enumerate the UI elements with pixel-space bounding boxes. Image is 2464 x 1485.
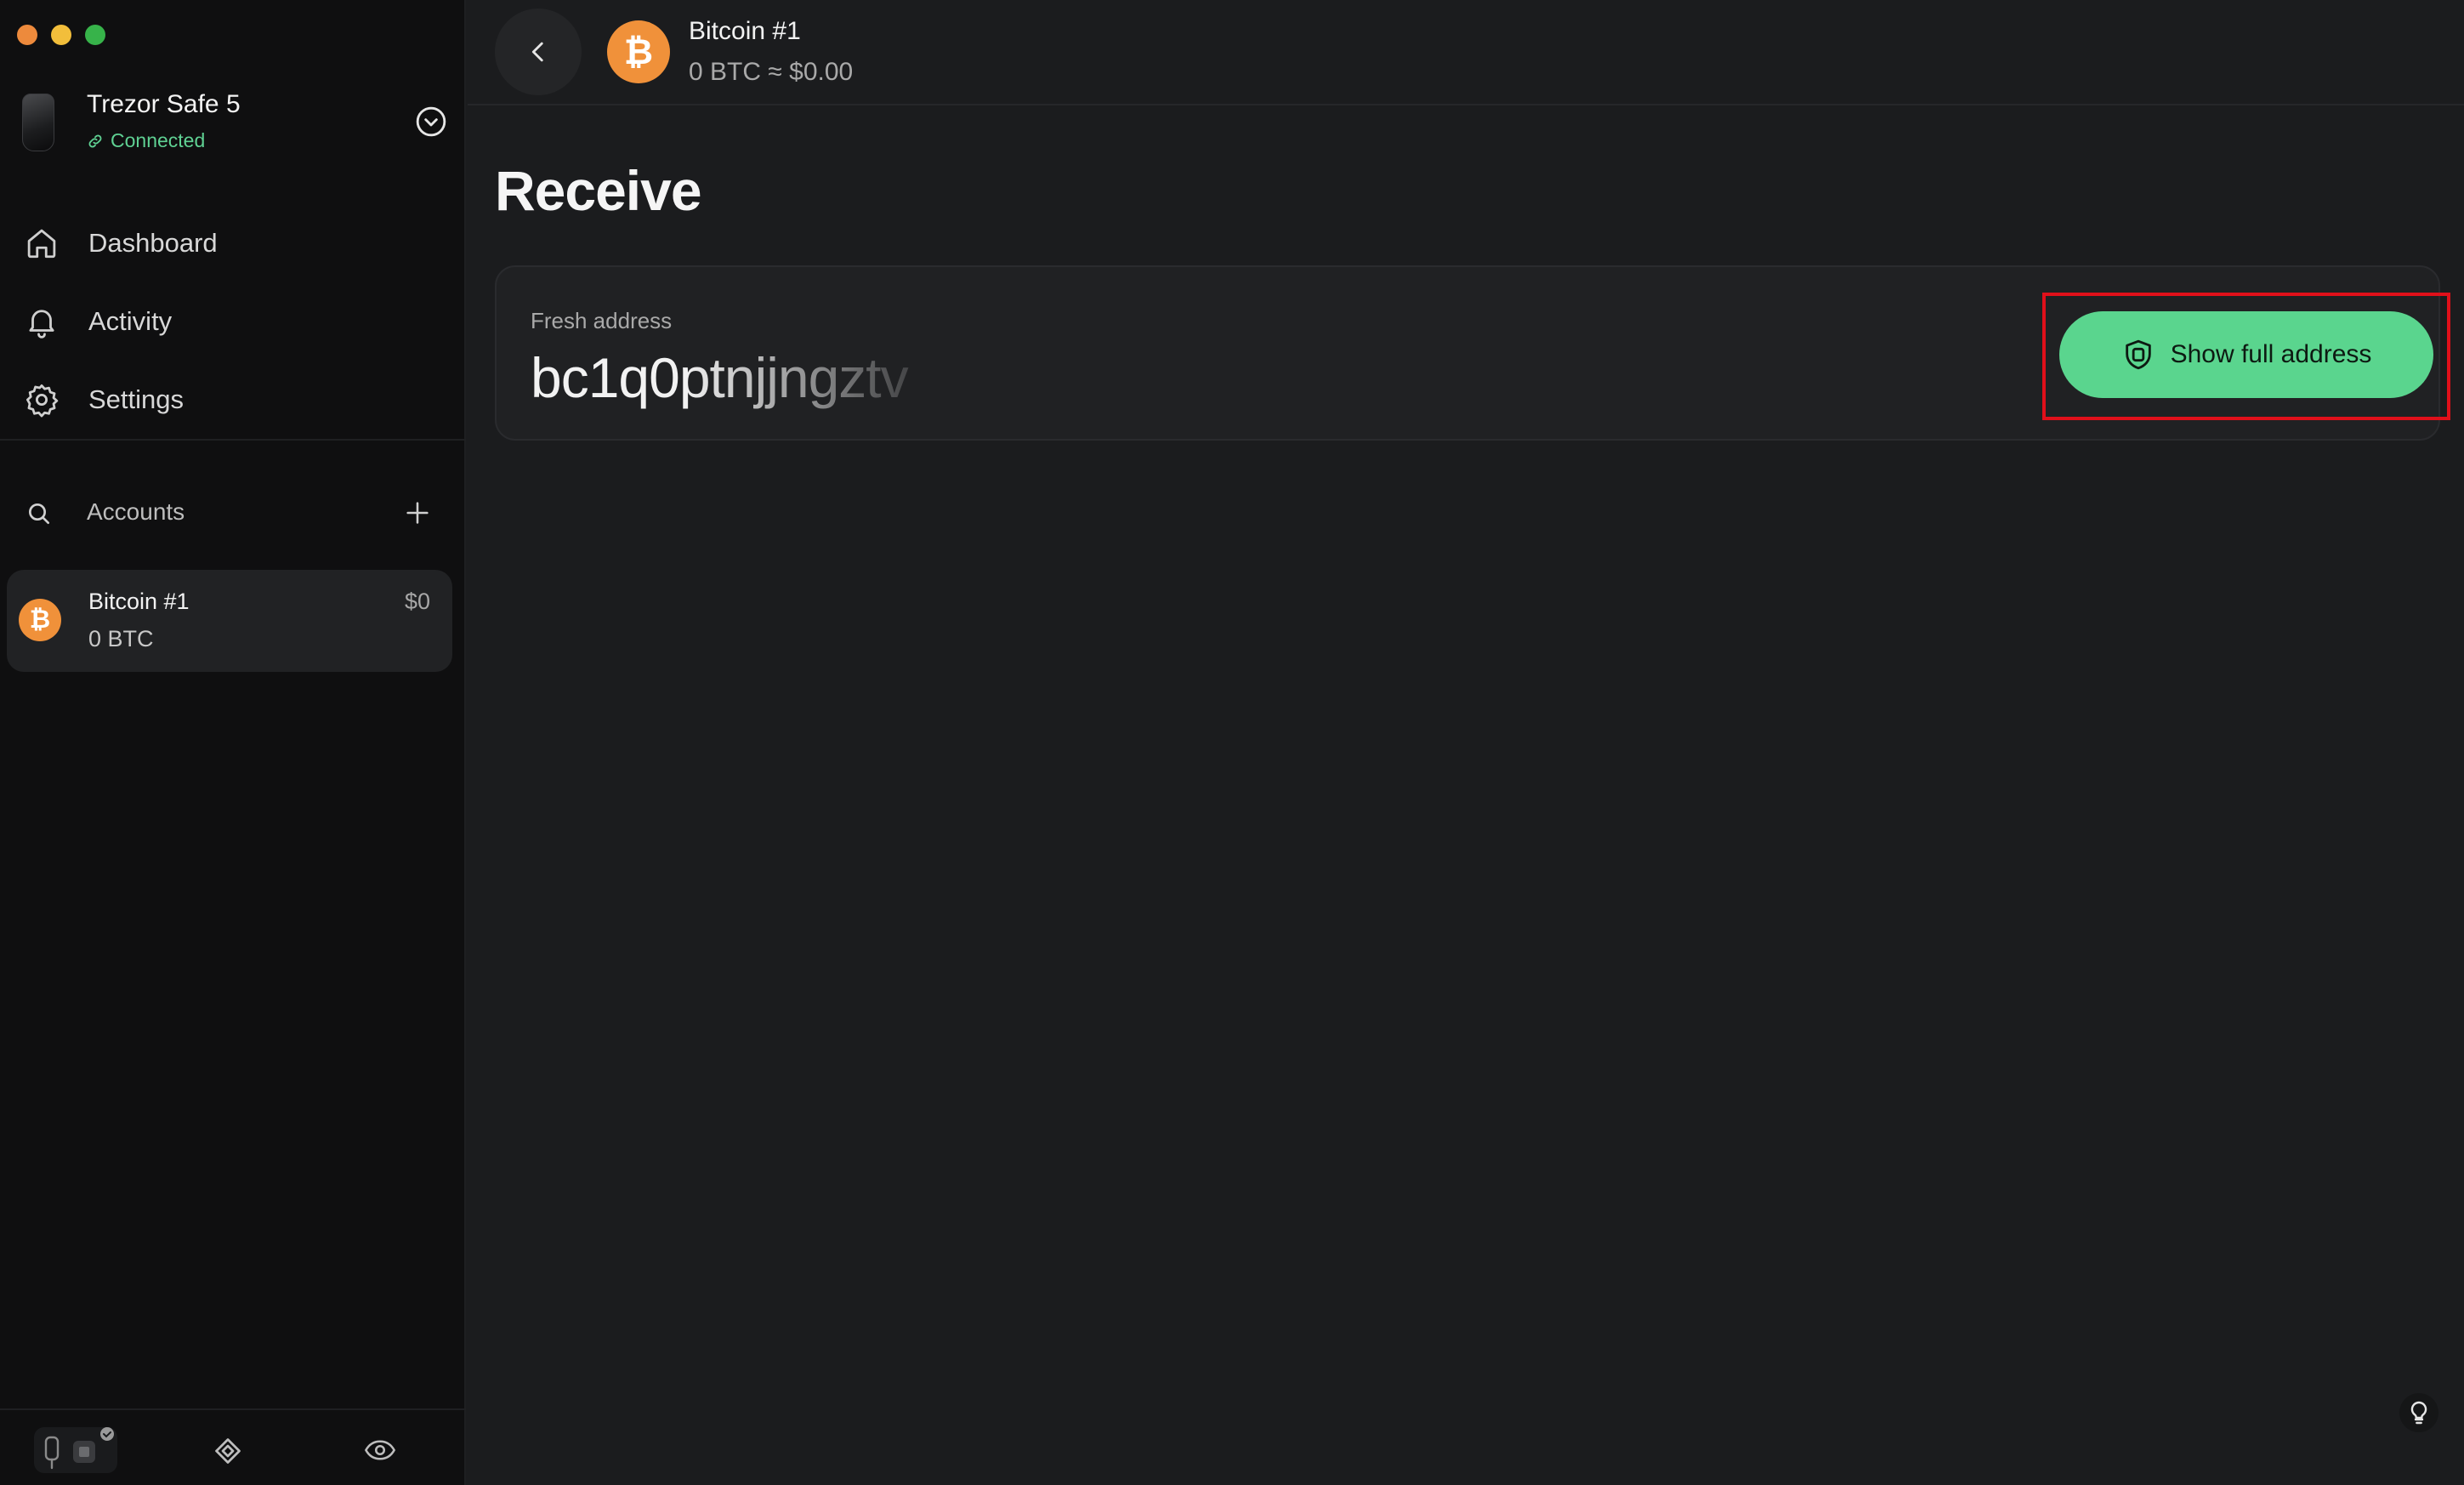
show-full-address-label: Show full address [2170,340,2372,368]
account-balance: 0 BTC [88,626,154,651]
chevron-down-circle-icon[interactable] [415,105,447,138]
back-button[interactable] [495,9,582,95]
nav-item-label: Settings [88,384,185,414]
bitcoin-icon: ₿ [607,20,670,83]
sidebar-divider [0,439,466,441]
lightbulb-icon [2410,1401,2427,1425]
sidebar-footer [0,1408,466,1485]
maximize-window-button[interactable] [85,25,105,45]
search-icon[interactable] [26,500,53,527]
nav-item-label: Activity [88,306,173,336]
nav-item-label: Dashboard [88,228,218,258]
window-controls [17,25,105,45]
account-item-bitcoin-1[interactable]: ₿ Bitcoin #1 0 BTC $0 [7,570,452,672]
device-status-button[interactable] [34,1427,117,1473]
main-content: ₿ Bitcoin #1 0 BTC ≈ $0.00 Receive Fresh… [468,0,2464,1485]
gear-icon [26,384,59,418]
tips-button[interactable] [2399,1393,2438,1432]
link-icon [88,134,102,147]
account-fiat-balance: $0 [404,589,430,614]
main-nav: Dashboard Activity Settings [0,204,466,439]
account-name: Bitcoin #1 [88,589,190,614]
sidebar: Trezor Safe 5 Connected Dashboard Activi… [0,0,466,1485]
device-status: Connected [87,129,205,152]
accounts-header: Accounts [0,486,466,539]
account-title: Bitcoin #1 [689,17,801,45]
chevron-left-icon [531,42,543,62]
device-selector[interactable]: Trezor Safe 5 Connected [19,88,447,156]
add-account-icon[interactable] [403,498,432,527]
fresh-address-value: bc1q0ptnjjngztv [531,346,909,409]
accounts-title: Accounts [87,498,185,525]
account-header: ₿ Bitcoin #1 0 BTC ≈ $0.00 [468,0,2464,105]
device-name: Trezor Safe 5 [87,90,241,118]
fresh-address-card: Fresh address bc1q0ptnjjngztv Show full … [495,265,2450,441]
device-image [22,94,54,151]
account-balance-summary: 0 BTC ≈ $0.00 [689,58,854,86]
device-status-label: Connected [111,129,206,151]
fresh-address-label: Fresh address [531,308,673,333]
bitcoin-icon: ₿ [19,599,61,641]
nav-item-settings[interactable]: Settings [0,361,466,439]
minimize-window-button[interactable] [51,25,71,45]
nav-item-activity[interactable]: Activity [0,282,466,361]
close-window-button[interactable] [17,25,37,45]
app-window: Trezor Safe 5 Connected Dashboard Activi… [0,0,2464,1485]
eye-icon[interactable] [364,1437,396,1463]
spark-diamond-icon[interactable] [213,1436,243,1466]
shield-device-icon [2125,339,2151,370]
home-icon [27,229,56,259]
bell-icon [29,310,54,339]
nav-item-dashboard[interactable]: Dashboard [0,204,466,282]
device-with-check-icon [44,1427,114,1470]
page-title: Receive [495,159,702,222]
show-full-address-button[interactable]: Show full address [2059,311,2433,398]
